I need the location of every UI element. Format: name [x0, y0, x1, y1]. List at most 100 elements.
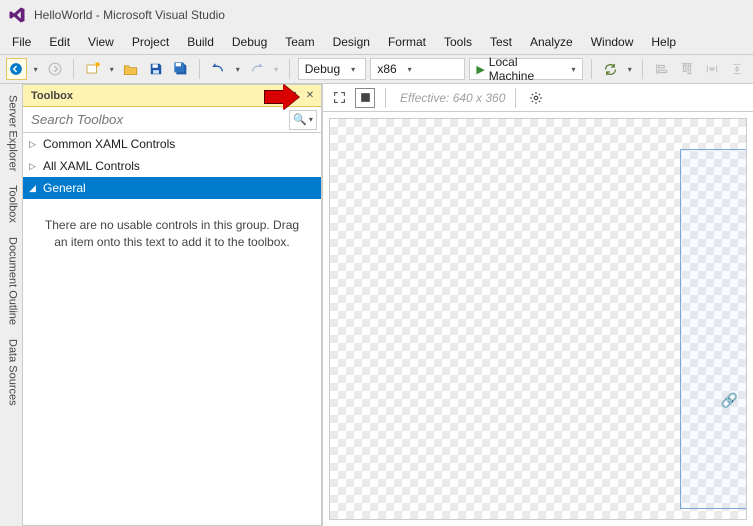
- toolbox-search-button[interactable]: 🔍 ▾: [289, 110, 317, 130]
- solution-config-combo[interactable]: Debug ▾: [298, 58, 367, 80]
- close-icon: ✕: [306, 90, 314, 101]
- undo-icon: [211, 62, 226, 77]
- solution-config-label: Debug: [305, 62, 340, 76]
- undo-button[interactable]: [208, 58, 229, 80]
- nav-back-button[interactable]: [6, 58, 27, 80]
- toolbox-group-general[interactable]: ◢ General: [23, 177, 321, 199]
- refresh-link-icon: [603, 62, 618, 77]
- gear-icon: [529, 91, 543, 105]
- menu-edit[interactable]: Edit: [41, 31, 78, 53]
- menu-format[interactable]: Format: [380, 31, 434, 53]
- spacing-v-button[interactable]: [726, 58, 747, 80]
- save-all-button[interactable]: [170, 58, 191, 80]
- window-title: HelloWorld - Microsoft Visual Studio: [34, 8, 225, 22]
- start-debug-label: Local Machine: [489, 55, 561, 83]
- side-tab-document-outline[interactable]: Document Outline: [1, 230, 22, 332]
- solution-platform-combo[interactable]: x86 ▾: [370, 58, 465, 80]
- menu-test[interactable]: Test: [482, 31, 520, 53]
- designer-toolbar: Effective: 640 x 360: [323, 84, 753, 112]
- panel-close-button[interactable]: ✕: [303, 89, 317, 103]
- panel-options-button[interactable]: ▾: [271, 89, 285, 103]
- vs-logo-icon: [8, 6, 26, 24]
- toolbox-panel: Toolbox ▾ ✕ 🔍 ▾ ▷ Common XAML Controls ▷…: [22, 84, 322, 526]
- new-project-button[interactable]: [82, 58, 103, 80]
- toolbox-group-label: General: [43, 181, 86, 195]
- caret-right-icon: ▷: [29, 139, 37, 150]
- play-icon: ▶: [476, 63, 484, 76]
- menu-window[interactable]: Window: [583, 31, 642, 53]
- redo-dropdown[interactable]: ▾: [271, 65, 280, 74]
- expand-corners-icon: [333, 91, 346, 104]
- toolbox-group-label: Common XAML Controls: [43, 137, 175, 151]
- designer-settings-button[interactable]: [526, 88, 546, 108]
- toolbox-header: Toolbox ▾ ✕: [23, 85, 321, 107]
- align-left-icon: [655, 62, 669, 76]
- solution-platform-label: x86: [377, 62, 396, 76]
- pin-icon: [289, 91, 299, 101]
- panel-pin-button[interactable]: [287, 89, 301, 103]
- start-debug-button[interactable]: ▶ Local Machine ▾: [469, 58, 583, 80]
- design-canvas[interactable]: 🔗: [329, 118, 747, 520]
- spacing-h-button[interactable]: [701, 58, 722, 80]
- toolbox-group-label: All XAML Controls: [43, 159, 140, 173]
- toolbox-search-row: 🔍 ▾: [23, 107, 321, 133]
- fit-mode-button[interactable]: [355, 88, 375, 108]
- chevron-down-icon: ▾: [309, 115, 313, 124]
- menu-team[interactable]: Team: [277, 31, 322, 53]
- chevron-down-icon: ▾: [403, 65, 417, 74]
- toolbox-title: Toolbox: [31, 90, 73, 102]
- toolbox-group-common-xaml[interactable]: ▷ Common XAML Controls: [23, 133, 321, 155]
- menu-analyze[interactable]: Analyze: [522, 31, 581, 53]
- toolbox-group-all-xaml[interactable]: ▷ All XAML Controls: [23, 155, 321, 177]
- undo-dropdown[interactable]: ▾: [233, 65, 242, 74]
- align-left-button[interactable]: [651, 58, 672, 80]
- side-tab-server-explorer[interactable]: Server Explorer: [1, 88, 22, 178]
- menu-tools[interactable]: Tools: [436, 31, 480, 53]
- new-project-dropdown[interactable]: ▾: [107, 65, 116, 74]
- open-file-button[interactable]: [121, 58, 142, 80]
- toolbox-empty-message: There are no usable controls in this gro…: [23, 199, 321, 269]
- chevron-down-icon: ▾: [346, 65, 360, 74]
- align-top-button[interactable]: [676, 58, 697, 80]
- menu-debug[interactable]: Debug: [224, 31, 275, 53]
- caret-right-icon: ▷: [29, 161, 37, 172]
- side-tab-strip: Server Explorer Toolbox Document Outline…: [0, 84, 22, 526]
- menu-file[interactable]: File: [4, 31, 39, 53]
- spacing-v-icon: [730, 62, 744, 76]
- device-frame-outline: [680, 149, 747, 509]
- redo-button[interactable]: [246, 58, 267, 80]
- new-project-icon: [85, 61, 101, 77]
- scale-mode-button[interactable]: [329, 88, 349, 108]
- designer-pane: Effective: 640 x 360 🔗: [322, 84, 753, 526]
- menu-design[interactable]: Design: [325, 31, 378, 53]
- nav-back-dropdown[interactable]: ▾: [31, 65, 40, 74]
- toolbox-search-input[interactable]: [27, 110, 285, 130]
- menu-view[interactable]: View: [80, 31, 122, 53]
- menubar: File Edit View Project Build Debug Team …: [0, 30, 753, 54]
- menu-help[interactable]: Help: [643, 31, 684, 53]
- filled-square-icon: [359, 91, 372, 104]
- save-all-icon: [173, 61, 189, 77]
- align-top-icon: [680, 62, 694, 76]
- redo-icon: [249, 62, 264, 77]
- effective-resolution-label: Effective: 640 x 360: [400, 91, 505, 105]
- search-icon: 🔍: [293, 113, 307, 126]
- save-button[interactable]: [145, 58, 166, 80]
- caret-down-icon: ◢: [29, 183, 37, 194]
- titlebar: HelloWorld - Microsoft Visual Studio: [0, 0, 753, 30]
- body-row: Server Explorer Toolbox Document Outline…: [0, 84, 753, 526]
- browser-link-dropdown[interactable]: ▾: [625, 65, 634, 74]
- folder-open-icon: [123, 62, 138, 77]
- nav-forward-button[interactable]: [44, 58, 65, 80]
- side-tab-toolbox[interactable]: Toolbox: [1, 178, 22, 230]
- link-icon: 🔗: [721, 392, 738, 409]
- chevron-down-icon: ▾: [275, 90, 280, 101]
- menu-build[interactable]: Build: [179, 31, 222, 53]
- spacing-h-icon: [705, 62, 719, 76]
- chevron-down-icon: ▾: [569, 65, 578, 74]
- main-toolbar: ▾ ▾ ▾ ▾ Debug ▾ x86 ▾ ▶ Local Machine ▾ …: [0, 54, 753, 84]
- save-icon: [149, 62, 163, 76]
- side-tab-data-sources[interactable]: Data Sources: [1, 332, 22, 413]
- menu-project[interactable]: Project: [124, 31, 177, 53]
- browser-link-button[interactable]: [600, 58, 621, 80]
